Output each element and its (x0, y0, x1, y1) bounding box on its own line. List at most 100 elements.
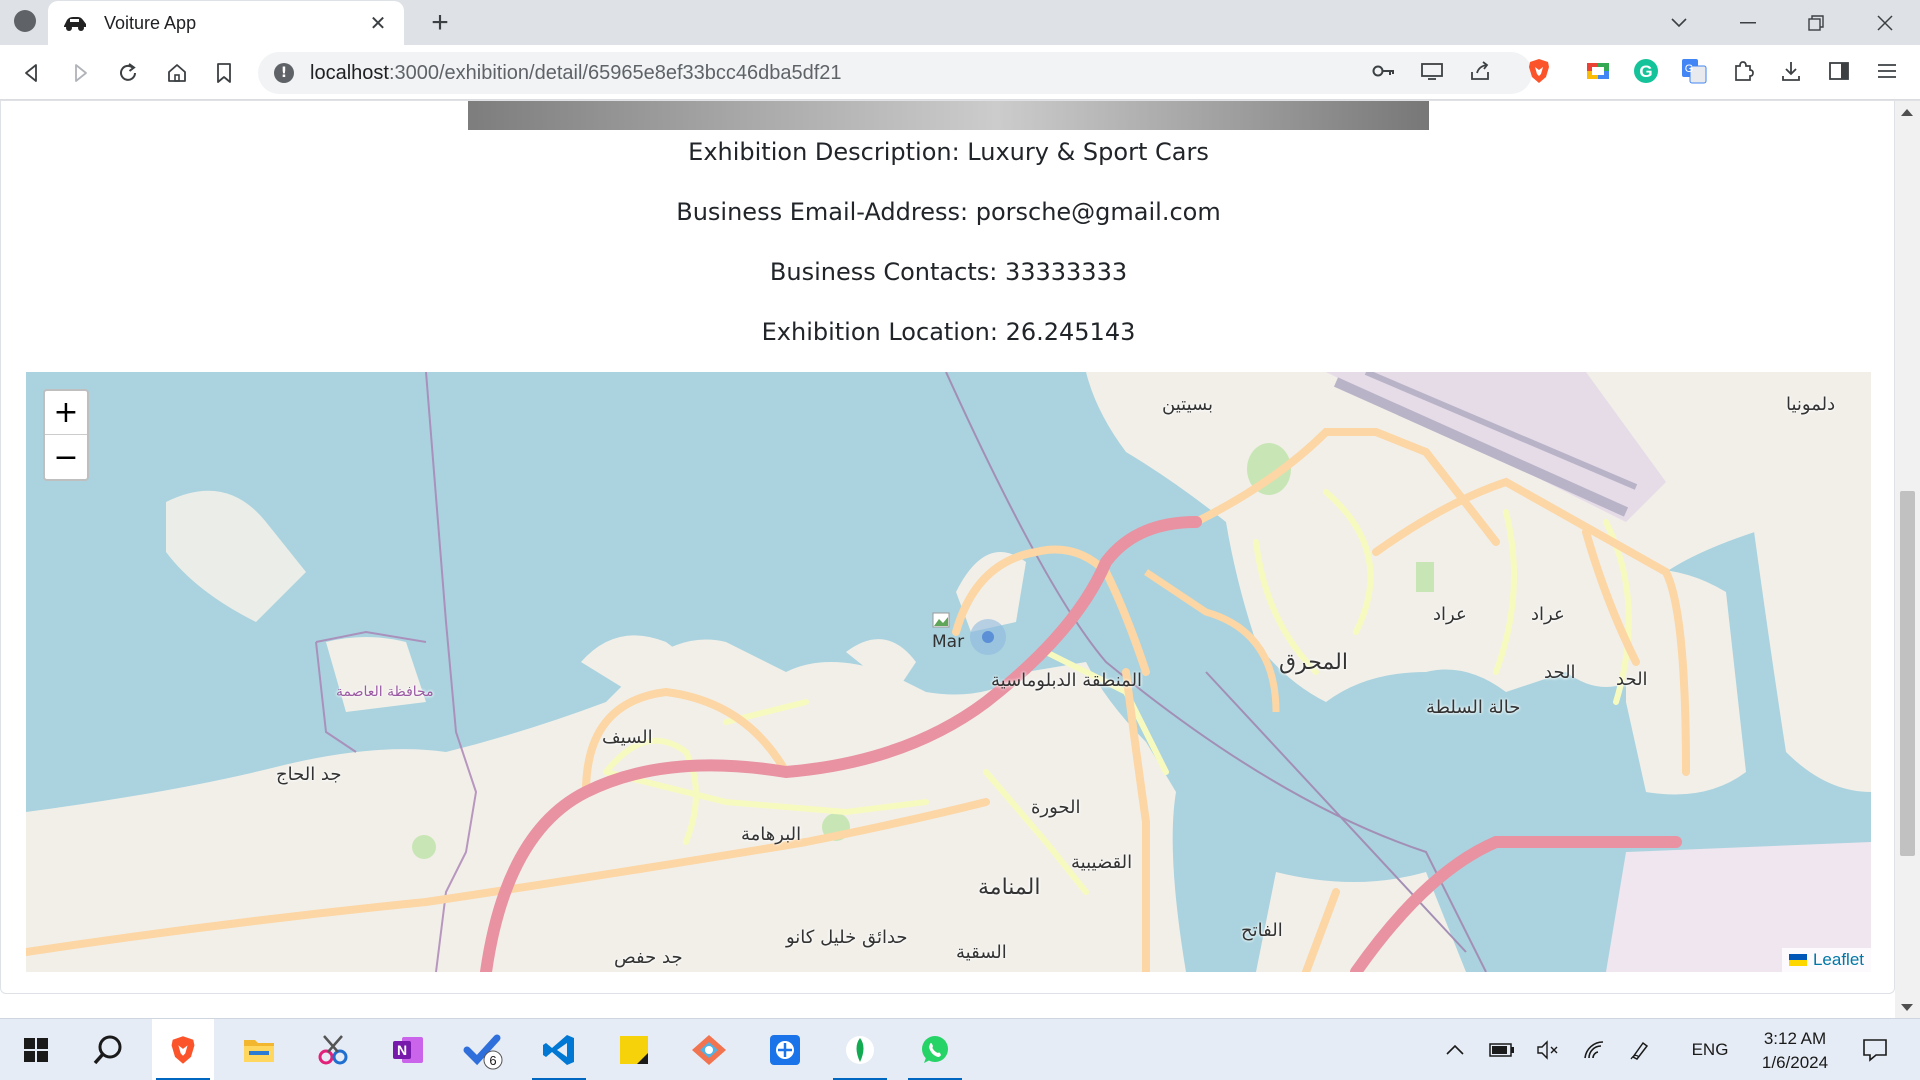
tab-search-chevron-icon[interactable] (1664, 8, 1694, 38)
location-marker[interactable]: Mar (932, 612, 972, 662)
place-label: الحد (1616, 669, 1648, 690)
cast-icon[interactable] (1415, 54, 1449, 88)
git-tool-icon[interactable] (678, 1019, 740, 1080)
url-text: localhost:3000/exhibition/detail/65965e8… (310, 61, 842, 84)
clock-date: 1/6/2024 (1761, 1053, 1829, 1072)
broken-image-icon (932, 612, 950, 628)
start-windows-icon[interactable] (5, 1019, 67, 1080)
place-label: المنامة (978, 875, 1041, 900)
close-tab-icon[interactable]: ✕ (366, 11, 390, 35)
zoom-in-button[interactable]: + (45, 391, 87, 435)
close-window-icon[interactable] (1870, 8, 1900, 38)
pen-icon[interactable] (1625, 1019, 1655, 1080)
download-icon[interactable] (1774, 54, 1808, 88)
todo-icon[interactable]: 6 (452, 1019, 514, 1080)
svg-text:G: G (1639, 62, 1652, 81)
vscode-icon[interactable] (528, 1019, 590, 1080)
map-tiles[interactable] (26, 372, 1871, 972)
map-attribution[interactable]: Leaflet (1781, 948, 1871, 972)
bookmark-icon[interactable] (208, 57, 240, 89)
wifi-icon[interactable] (1580, 1019, 1610, 1080)
snipping-tool-icon[interactable] (302, 1019, 364, 1080)
password-key-icon[interactable] (1367, 54, 1401, 88)
windows-taskbar: N 6 ENG 3:12 AM 1/6/2024 (0, 1018, 1920, 1080)
mongodb-compass-icon[interactable] (829, 1019, 891, 1080)
browser-tab-strip: Voiture App ✕ + (0, 0, 1920, 45)
place-label: البرهامة (741, 824, 802, 845)
back-icon[interactable] (16, 57, 48, 89)
exhibition-location: Exhibition Location: 26.245143 (761, 318, 1136, 346)
scroll-down-icon[interactable] (1901, 1004, 1913, 1011)
reload-icon[interactable] (112, 57, 144, 89)
page-viewport: Exhibition Description: Luxury & Sport C… (0, 101, 1895, 1018)
home-icon[interactable] (161, 57, 193, 89)
place-label: المنطقة الدبلوماسية (991, 670, 1143, 691)
zoom-out-button[interactable]: − (45, 435, 87, 479)
sticky-notes-icon[interactable] (603, 1019, 665, 1080)
place-label: المحرق (1279, 650, 1348, 675)
onenote-icon[interactable]: N (377, 1019, 439, 1080)
ukraine-flag-icon (1788, 954, 1807, 966)
browser-tab-active[interactable]: Voiture App ✕ (48, 1, 404, 45)
place-label: محافظة العاصمة (336, 684, 434, 700)
place-label: الحورة (1031, 797, 1081, 818)
place-label: دلمونيا (1786, 394, 1836, 415)
browser-toolbar: ! localhost:3000/exhibition/detail/65965… (0, 45, 1920, 100)
place-label: الفاتح (1241, 920, 1283, 941)
car-favicon-icon (62, 13, 88, 33)
notification-center-icon[interactable] (1855, 1019, 1895, 1080)
exhibition-description: Exhibition Description: Luxury & Sport C… (688, 138, 1209, 166)
volume-muted-icon[interactable] (1533, 1019, 1563, 1080)
brave-shields-icon[interactable] (1522, 54, 1556, 88)
battery-icon[interactable] (1487, 1019, 1517, 1080)
svg-text:G: G (1685, 63, 1694, 75)
place-label: عراد (1531, 604, 1565, 625)
tray-chevron-up-icon[interactable] (1440, 1019, 1470, 1080)
place-label: بسيتين (1162, 394, 1214, 415)
grammarly-icon[interactable]: G (1629, 54, 1663, 88)
brave-browser-icon[interactable] (152, 1019, 214, 1080)
place-label: جد الحاج (276, 764, 342, 785)
scrollbar-thumb[interactable] (1900, 491, 1915, 856)
business-contacts: Business Contacts: 33333333 (769, 258, 1128, 286)
clock-time: 3:12 AM (1763, 1029, 1827, 1048)
place-label: السيف (602, 727, 653, 748)
place-label: جد حفص (614, 947, 683, 968)
site-info-icon[interactable]: ! (274, 63, 294, 83)
new-tab-icon[interactable]: + (425, 6, 455, 39)
color-extension-icon[interactable] (1581, 54, 1615, 88)
extensions-puzzle-icon[interactable] (1726, 54, 1760, 88)
place-label: القضيبية (1071, 852, 1133, 873)
zoom-control: + − (43, 389, 89, 481)
place-label: عراد (1433, 604, 1467, 625)
place-label: حالة السلطة (1426, 697, 1521, 718)
share-icon[interactable] (1463, 54, 1497, 88)
menu-icon[interactable] (1870, 54, 1904, 88)
exhibition-detail-card: Exhibition Description: Luxury & Sport C… (0, 101, 1895, 994)
forward-icon[interactable] (64, 57, 96, 89)
todo-badge: 6 (489, 1053, 496, 1068)
tab-title: Voiture App (104, 12, 197, 33)
restore-icon[interactable] (1801, 8, 1831, 38)
chat-app-icon[interactable] (754, 1019, 816, 1080)
minimize-icon[interactable] (1733, 8, 1763, 38)
place-label: الحد (1544, 662, 1576, 683)
whatsapp-icon[interactable] (904, 1019, 966, 1080)
place-label: حدائق خليل كانو (786, 927, 908, 948)
leaflet-link[interactable]: Leaflet (1813, 950, 1864, 970)
exhibition-image (468, 101, 1429, 130)
language-indicator[interactable]: ENG (1685, 1019, 1735, 1080)
system-clock[interactable]: 3:12 AM 1/6/2024 (1740, 1027, 1850, 1075)
file-explorer-icon[interactable] (228, 1019, 290, 1080)
sidebar-icon[interactable] (1822, 54, 1856, 88)
scroll-up-icon[interactable] (1901, 109, 1913, 116)
profile-avatar-icon[interactable] (14, 10, 36, 32)
place-label: السقية (956, 942, 1007, 963)
translate-icon[interactable]: G (1677, 54, 1711, 88)
search-icon[interactable] (77, 1019, 139, 1080)
page-scrollbar[interactable] (1895, 101, 1920, 1018)
business-email: Business Email-Address: porsche@gmail.co… (676, 198, 1221, 226)
address-bar[interactable]: ! localhost:3000/exhibition/detail/65965… (258, 52, 1532, 94)
location-map[interactable]: السيف جد حفص جد الحاج البرهامة المنامة ا… (26, 372, 1871, 972)
svg-text:N: N (397, 1042, 407, 1058)
